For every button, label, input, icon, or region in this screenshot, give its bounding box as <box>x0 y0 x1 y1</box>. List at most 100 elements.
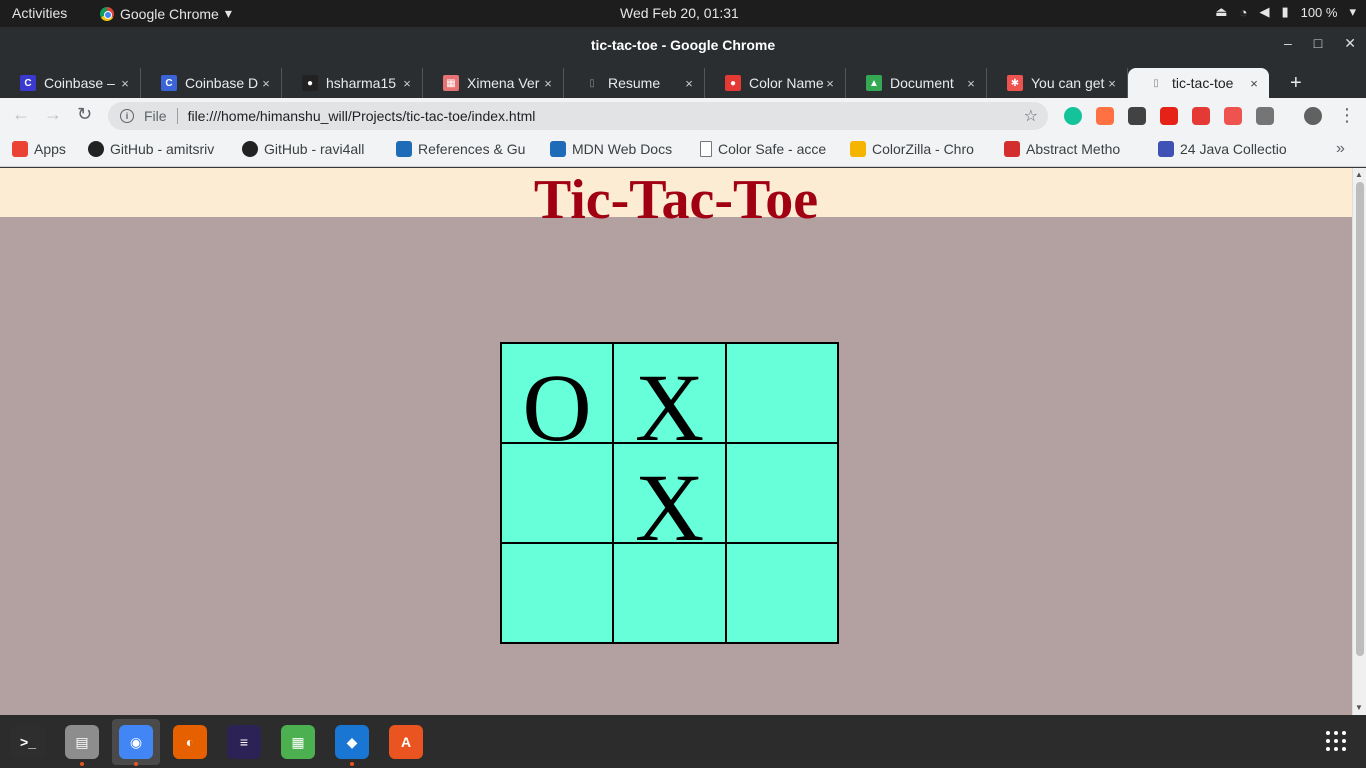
dock-item[interactable]: ▤ <box>58 719 106 766</box>
picker-extension-icon[interactable] <box>1224 107 1242 125</box>
dock-item[interactable]: ◉ <box>112 719 160 766</box>
close-tab-icon[interactable]: × <box>259 76 273 91</box>
bookmark-item[interactable]: Color Safe - acce <box>700 141 834 157</box>
adblock-extension-icon[interactable] <box>1192 107 1210 125</box>
tab-strip: C Coinbase – × C Coinbase D × ● hsharma15 × ▦ Xim… <box>0 64 1366 98</box>
github-icon: ● <box>302 75 318 91</box>
address-url[interactable]: file:///home/himanshu_will/Projects/tic-… <box>188 108 536 124</box>
bookmark-star-icon[interactable]: ☆ <box>1024 106 1038 126</box>
board-cell[interactable] <box>613 543 726 643</box>
close-tab-icon[interactable]: × <box>541 76 555 91</box>
window-title: tic-tac-toe - Google Chrome <box>590 37 776 53</box>
bookmark-item[interactable]: 24 Java Collectio <box>1158 141 1298 157</box>
close-tab-icon[interactable]: × <box>823 76 837 91</box>
bookmark-item[interactable]: References & Gu <box>396 141 534 157</box>
scroll-down-icon[interactable]: ▼ <box>1355 703 1363 712</box>
close-tab-icon[interactable]: × <box>118 76 132 91</box>
bookmark-item[interactable]: GitHub - ravi4all <box>242 141 378 157</box>
close-tab-icon[interactable]: × <box>1105 76 1119 91</box>
board-cell[interactable]: O <box>501 343 613 443</box>
board-cell[interactable] <box>726 543 838 643</box>
page-header: Tic-Tac-Toe <box>0 168 1352 231</box>
tab[interactable]: ▲ Document × <box>846 68 987 98</box>
reload-button[interactable]: ↻ <box>77 104 92 125</box>
tab[interactable]: ✱ You can get × <box>987 68 1128 98</box>
tab[interactable]: C Coinbase – × <box>0 68 141 98</box>
tab-label: hsharma15 <box>326 75 397 91</box>
dock-item[interactable]: ▦ <box>274 719 322 765</box>
cell-mark: X <box>634 454 705 543</box>
fire-extension-icon[interactable] <box>1096 107 1114 125</box>
board-cell[interactable] <box>726 343 838 443</box>
cell-mark: O <box>522 354 592 443</box>
window-title-bar[interactable]: tic-tac-toe - Google Chrome – □ ✕ <box>0 27 1366 64</box>
close-tab-icon[interactable]: × <box>682 76 696 91</box>
minimize-button[interactable]: – <box>1284 35 1292 52</box>
status-menu[interactable]: ⏏ ◔ ◀ ▮ 100 % ▾ <box>1215 4 1356 20</box>
tab-label: Coinbase – <box>44 75 115 91</box>
address-bar[interactable]: i File file:///home/himanshu_will/Projec… <box>108 102 1048 130</box>
profile-avatar-icon[interactable] <box>1304 107 1322 125</box>
dock-item[interactable]: ◐ <box>166 719 214 765</box>
document-icon: ▯ <box>589 77 595 89</box>
dock-item[interactable]: >_ <box>4 719 52 765</box>
bookmark-label: Color Safe - acce <box>718 141 827 157</box>
close-window-button[interactable]: ✕ <box>1344 35 1356 52</box>
close-tab-icon[interactable]: × <box>964 76 978 91</box>
tab[interactable]: ▯ tic-tac-toe × <box>1128 68 1269 98</box>
camera-extension-icon[interactable] <box>1128 107 1146 125</box>
scroll-up-icon[interactable]: ▲ <box>1355 170 1363 179</box>
wifi-icon: ◔ <box>1239 4 1248 20</box>
mdn-icon <box>396 141 412 157</box>
grammarly-extension-icon[interactable] <box>1064 107 1082 125</box>
network-share-icon: ⏏ <box>1215 4 1228 19</box>
board-cell[interactable] <box>501 543 613 643</box>
back-button[interactable]: ← <box>12 104 30 125</box>
app-menu-label: Google Chrome <box>120 5 219 22</box>
app-menu[interactable]: Google Chrome ▾ <box>100 5 232 22</box>
github-icon <box>242 141 258 157</box>
new-tab-button[interactable]: + <box>1290 72 1302 95</box>
mdn-icon <box>550 141 566 157</box>
bookmark-item[interactable]: GitHub - amitsriv <box>88 141 230 157</box>
close-tab-icon[interactable]: × <box>1247 76 1261 91</box>
tab[interactable]: ▯ Resume × <box>564 68 705 98</box>
browser-toolbar: ← → ↻ i File file:///home/himanshu_will/… <box>0 98 1366 135</box>
clock[interactable]: Wed Feb 20, 01:31 <box>620 5 739 21</box>
address-scheme: File <box>144 108 167 124</box>
board-cell[interactable] <box>501 443 613 543</box>
vertical-scrollbar[interactable]: ▲ ▼ <box>1352 168 1366 715</box>
bookmark-label: GitHub - ravi4all <box>264 141 365 157</box>
tab[interactable]: ● hsharma15 × <box>282 68 423 98</box>
system-top-bar: Activities Google Chrome ▾ Wed Feb 20, 0… <box>0 0 1366 27</box>
color-name-icon: ● <box>725 75 741 91</box>
activities-button[interactable]: Activities <box>12 5 67 21</box>
youtube-extension-icon[interactable] <box>1160 107 1178 125</box>
running-indicator <box>80 762 84 766</box>
colorzilla-icon <box>850 141 866 157</box>
maximize-button[interactable]: □ <box>1314 35 1322 52</box>
bookmark-item[interactable]: ColorZilla - Chro <box>850 141 992 157</box>
forward-button[interactable]: → <box>44 104 62 125</box>
bookmark-label: References & Gu <box>418 141 526 157</box>
board-cell[interactable]: X <box>613 343 726 443</box>
scrollbar-thumb[interactable] <box>1356 182 1364 656</box>
screenshot-extension-icon[interactable] <box>1256 107 1274 125</box>
bookmark-label: GitHub - amitsriv <box>110 141 215 157</box>
bookmarks-overflow-button[interactable]: » <box>1336 140 1345 158</box>
tab[interactable]: ▦ Ximena Ver × <box>423 68 564 98</box>
bookmark-item[interactable]: Apps <box>12 141 76 157</box>
chrome-menu-button[interactable]: ⋮ <box>1338 105 1356 126</box>
dock-item[interactable]: ≡ <box>220 719 268 765</box>
board-cell[interactable]: X <box>613 443 726 543</box>
site-info-icon[interactable]: i <box>120 109 134 123</box>
bookmark-item[interactable]: Abstract Metho <box>1004 141 1142 157</box>
close-tab-icon[interactable]: × <box>400 76 414 91</box>
tab[interactable]: ● Color Name × <box>705 68 846 98</box>
dock-item[interactable]: A <box>382 719 430 765</box>
bookmark-item[interactable]: MDN Web Docs <box>550 141 682 157</box>
show-applications-icon[interactable] <box>1326 731 1350 755</box>
dock-item[interactable]: ◆ <box>328 719 376 766</box>
tab[interactable]: C Coinbase D × <box>141 68 282 98</box>
board-cell[interactable] <box>726 443 838 543</box>
